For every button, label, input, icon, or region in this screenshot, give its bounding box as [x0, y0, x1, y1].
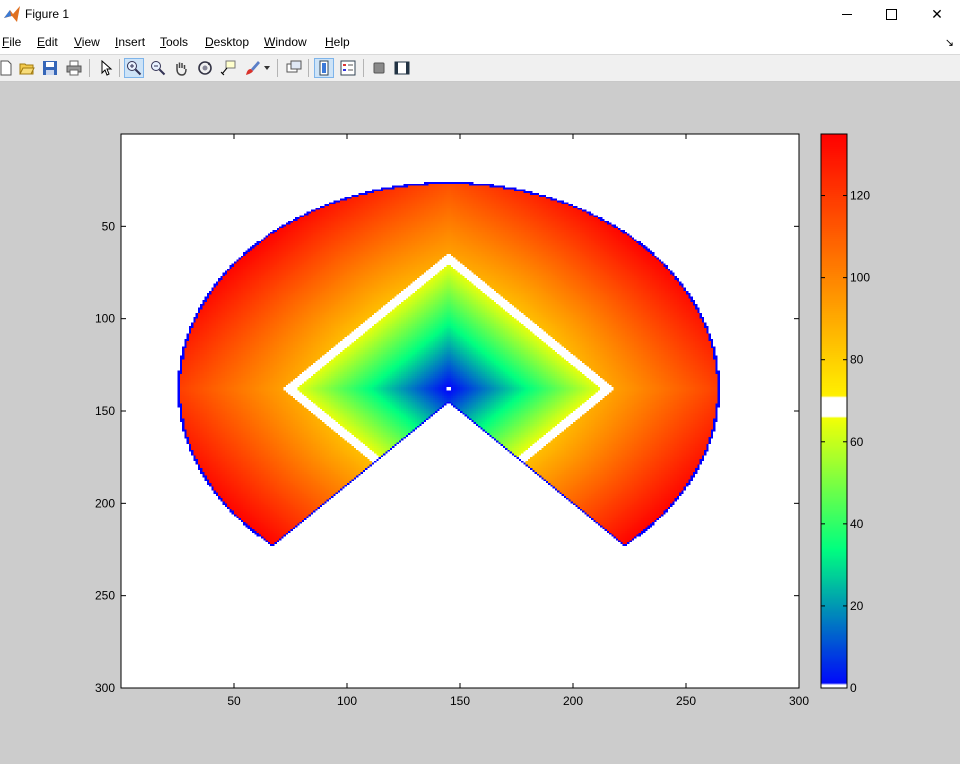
menu-bar: File Edit View Insert Tools Desktop Wind… — [0, 30, 960, 53]
y-tick-label: 150 — [95, 404, 115, 418]
rotate-3d-button[interactable] — [195, 58, 215, 78]
y-tick-label: 300 — [95, 681, 115, 695]
colorbar-tick-label: 40 — [850, 517, 864, 531]
rotate-3d-icon — [198, 61, 212, 75]
data-cursor-icon — [220, 60, 236, 76]
print-figure-icon — [66, 60, 82, 76]
link-plot-button[interactable] — [284, 58, 304, 78]
pan-button[interactable] — [171, 58, 191, 78]
colorbar-tick-label: 20 — [850, 599, 864, 613]
dock-arrow-icon[interactable]: ↘ — [945, 36, 954, 49]
y-tick-label: 250 — [95, 589, 115, 603]
menu-file[interactable]: File — [2, 35, 21, 49]
menu-tools[interactable]: Tools — [160, 35, 188, 49]
show-plot-tools-button[interactable] — [392, 58, 412, 78]
colorbar-tick-label: 80 — [850, 353, 864, 367]
colorbar[interactable]: 0 20 40 60 80 100 120 — [820, 133, 870, 695]
menu-desktop[interactable]: Desktop — [205, 35, 249, 49]
x-tick-label: 200 — [563, 694, 583, 708]
menu-edit[interactable]: Edit — [37, 35, 58, 49]
hide-plot-tools-icon — [373, 62, 385, 74]
insert-colorbar-button[interactable] — [314, 58, 334, 78]
figure-plot: 50 100 150 200 250 300 50 100 150 200 250 300 0 20 4… — [95, 133, 870, 708]
save-figure-icon — [43, 61, 57, 75]
insert-legend-button[interactable] — [338, 58, 358, 78]
brush-icon — [246, 61, 260, 75]
open-file-icon — [19, 63, 35, 75]
pan-hand-icon — [176, 62, 187, 76]
edit-plot-arrow-icon — [101, 60, 113, 76]
show-plot-tools-icon — [394, 61, 410, 75]
close-button[interactable]: ✕ — [914, 0, 960, 29]
y-tick-label: 100 — [95, 312, 115, 326]
figure-canvas[interactable]: 50 100 150 200 250 300 50 100 150 200 250 300 0 20 4… — [0, 82, 960, 764]
colorbar-tick-label: 0 — [850, 681, 857, 695]
colorbar-gradient — [821, 134, 847, 688]
minimize-button[interactable] — [824, 0, 870, 29]
figure-toolbar — [0, 54, 960, 82]
zoom-in-button[interactable] — [124, 58, 144, 78]
toolbar-separator — [277, 59, 278, 77]
new-figure-icon — [0, 60, 12, 76]
zoom-out-icon — [151, 61, 166, 76]
toolbar-separator — [308, 59, 309, 77]
x-tick-label: 50 — [227, 694, 241, 708]
menu-view[interactable]: View — [74, 35, 100, 49]
insert-colorbar-icon — [319, 60, 329, 76]
hide-plot-tools-button[interactable] — [369, 58, 389, 78]
y-tick-label: 50 — [102, 219, 116, 233]
toolbar-separator — [89, 59, 90, 77]
brush-dropdown-button[interactable] — [262, 58, 272, 78]
title-bar: Figure 1 ✕ — [0, 0, 960, 29]
x-tick-label: 300 — [789, 694, 809, 708]
close-icon: ✕ — [931, 6, 943, 22]
toolbar-separator — [119, 59, 120, 77]
toolbar-separator — [363, 59, 364, 77]
zoom-out-button[interactable] — [148, 58, 168, 78]
y-tick-label: 200 — [95, 496, 115, 510]
zoom-in-icon — [127, 61, 142, 76]
x-tick-label: 100 — [337, 694, 357, 708]
brush-button[interactable] — [242, 58, 262, 78]
maximize-icon — [885, 9, 897, 20]
colorbar-tick-label: 100 — [850, 271, 870, 285]
maximize-button[interactable] — [868, 0, 914, 29]
chevron-down-icon — [264, 66, 270, 70]
open-file-button[interactable] — [17, 58, 37, 78]
minimize-icon — [842, 14, 852, 15]
print-figure-button[interactable] — [64, 58, 84, 78]
heatmap-image — [121, 134, 799, 688]
x-tick-label: 150 — [450, 694, 470, 708]
colorbar-tick-label: 60 — [850, 435, 864, 449]
image-axes[interactable]: 50 100 150 200 250 300 50 100 150 200 250 300 — [95, 133, 809, 708]
save-figure-button[interactable] — [40, 58, 60, 78]
menu-window[interactable]: Window — [264, 35, 307, 49]
menu-help[interactable]: Help — [325, 35, 350, 49]
matlab-logo-icon — [4, 6, 20, 22]
new-figure-button[interactable] — [0, 58, 16, 78]
edit-plot-button[interactable] — [96, 58, 116, 78]
x-tick-label: 250 — [676, 694, 696, 708]
insert-legend-icon — [340, 60, 356, 76]
colorbar-tick-label: 120 — [850, 189, 870, 203]
data-cursor-button[interactable] — [218, 58, 238, 78]
window-title: Figure 1 — [25, 7, 70, 21]
menu-insert[interactable]: Insert — [115, 35, 145, 49]
link-plot-icon — [286, 60, 302, 73]
